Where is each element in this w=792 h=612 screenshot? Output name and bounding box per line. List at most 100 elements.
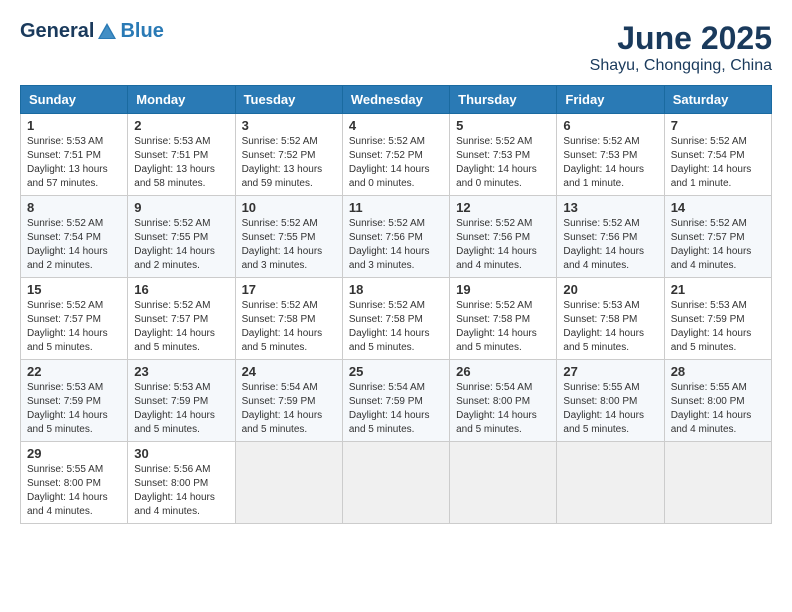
day-number: 20	[563, 282, 657, 297]
day-number: 23	[134, 364, 228, 379]
logo-icon	[96, 21, 118, 43]
day-cell-19: 19 Sunrise: 5:52 AMSunset: 7:58 PMDayligh…	[450, 278, 557, 360]
day-cell-8: 8 Sunrise: 5:52 AMSunset: 7:54 PMDaylight…	[21, 196, 128, 278]
column-header-friday: Friday	[557, 86, 664, 114]
day-cell-4: 4Sunrise: 5:52 AMSunset: 7:52 PMDaylight…	[342, 114, 449, 196]
day-info: Sunrise: 5:53 AMSunset: 7:58 PMDaylight:…	[563, 299, 657, 355]
day-number: 25	[349, 364, 443, 379]
day-info: Sunrise: 5:55 AMSunset: 8:00 PMDaylight:…	[671, 381, 765, 437]
day-info: Sunrise: 5:52 AMSunset: 7:56 PMDaylight:…	[563, 217, 657, 273]
day-info: Sunrise: 5:52 AMSunset: 7:54 PMDaylight:…	[27, 217, 121, 273]
empty-cell	[664, 442, 771, 524]
calendar-week-5: 29Sunrise: 5:55 AMSunset: 8:00 PMDayligh…	[21, 442, 772, 524]
day-cell-27: 27Sunrise: 5:55 AMSunset: 8:00 PMDayligh…	[557, 360, 664, 442]
day-cell-20: 20 Sunrise: 5:53 AMSunset: 7:58 PMDayligh…	[557, 278, 664, 360]
day-cell-22: 22 Sunrise: 5:53 AMSunset: 7:59 PMDayligh…	[21, 360, 128, 442]
day-cell-18: 18 Sunrise: 5:52 AMSunset: 7:58 PMDayligh…	[342, 278, 449, 360]
calendar-week-1: 1 Sunrise: 5:53 AMSunset: 7:51 PMDaylight…	[21, 114, 772, 196]
day-number: 3	[242, 118, 336, 133]
calendar-week-3: 15 Sunrise: 5:52 AMSunset: 7:57 PMDayligh…	[21, 278, 772, 360]
day-info: Sunrise: 5:52 AMSunset: 7:55 PMDaylight:…	[134, 217, 228, 273]
day-cell-6: 6 Sunrise: 5:52 AMSunset: 7:53 PMDaylight…	[557, 114, 664, 196]
column-header-sunday: Sunday	[21, 86, 128, 114]
logo-blue-text: Blue	[120, 20, 163, 43]
day-cell-7: 7Sunrise: 5:52 AMSunset: 7:54 PMDaylight…	[664, 114, 771, 196]
day-info: Sunrise: 5:55 AMSunset: 8:00 PMDaylight:…	[27, 463, 121, 519]
day-number: 4	[349, 118, 443, 133]
column-header-tuesday: Tuesday	[235, 86, 342, 114]
day-number: 8	[27, 200, 121, 215]
day-info: Sunrise: 5:52 AMSunset: 7:56 PMDaylight:…	[456, 217, 550, 273]
day-cell-2: 2Sunrise: 5:53 AMSunset: 7:51 PMDaylight…	[128, 114, 235, 196]
empty-cell	[450, 442, 557, 524]
logo: General Blue	[20, 20, 164, 43]
day-number: 22	[27, 364, 121, 379]
day-number: 14	[671, 200, 765, 215]
day-number: 10	[242, 200, 336, 215]
day-info: Sunrise: 5:53 AMSunset: 7:59 PMDaylight:…	[27, 381, 121, 437]
day-cell-23: 23 Sunrise: 5:53 AMSunset: 7:59 PMDayligh…	[128, 360, 235, 442]
day-number: 2	[134, 118, 228, 133]
day-info: Sunrise: 5:52 AMSunset: 7:55 PMDaylight:…	[242, 217, 336, 273]
day-cell-9: 9 Sunrise: 5:52 AMSunset: 7:55 PMDaylight…	[128, 196, 235, 278]
day-number: 27	[563, 364, 657, 379]
location-text: Shayu, Chongqing, China	[590, 57, 772, 75]
day-cell-11: 11Sunrise: 5:52 AMSunset: 7:56 PMDayligh…	[342, 196, 449, 278]
day-info: Sunrise: 5:54 AMSunset: 7:59 PMDaylight:…	[242, 381, 336, 437]
day-number: 24	[242, 364, 336, 379]
day-number: 16	[134, 282, 228, 297]
day-info: Sunrise: 5:52 AMSunset: 7:58 PMDaylight:…	[242, 299, 336, 355]
day-cell-3: 3 Sunrise: 5:52 AMSunset: 7:52 PMDaylight…	[235, 114, 342, 196]
day-number: 12	[456, 200, 550, 215]
day-info: Sunrise: 5:52 AMSunset: 7:53 PMDaylight:…	[563, 135, 657, 191]
day-number: 15	[27, 282, 121, 297]
calendar-week-4: 22 Sunrise: 5:53 AMSunset: 7:59 PMDayligh…	[21, 360, 772, 442]
calendar-table: SundayMondayTuesdayWednesdayThursdayFrid…	[20, 85, 772, 524]
day-cell-30: 30Sunrise: 5:56 AMSunset: 8:00 PMDayligh…	[128, 442, 235, 524]
day-number: 19	[456, 282, 550, 297]
day-number: 1	[27, 118, 121, 133]
calendar-week-2: 8 Sunrise: 5:52 AMSunset: 7:54 PMDaylight…	[21, 196, 772, 278]
title-section: June 2025 Shayu, Chongqing, China	[590, 20, 772, 75]
day-cell-28: 28Sunrise: 5:55 AMSunset: 8:00 PMDayligh…	[664, 360, 771, 442]
day-info: Sunrise: 5:52 AMSunset: 7:58 PMDaylight:…	[349, 299, 443, 355]
empty-cell	[342, 442, 449, 524]
day-info: Sunrise: 5:52 AMSunset: 7:57 PMDaylight:…	[671, 217, 765, 273]
day-number: 11	[349, 200, 443, 215]
day-cell-14: 14 Sunrise: 5:52 AMSunset: 7:57 PMDayligh…	[664, 196, 771, 278]
day-number: 18	[349, 282, 443, 297]
day-cell-16: 16Sunrise: 5:52 AMSunset: 7:57 PMDayligh…	[128, 278, 235, 360]
day-number: 5	[456, 118, 550, 133]
day-number: 26	[456, 364, 550, 379]
day-info: Sunrise: 5:54 AMSunset: 8:00 PMDaylight:…	[456, 381, 550, 437]
day-info: Sunrise: 5:53 AMSunset: 7:59 PMDaylight:…	[671, 299, 765, 355]
day-info: Sunrise: 5:52 AMSunset: 7:57 PMDaylight:…	[27, 299, 121, 355]
day-info: Sunrise: 5:52 AMSunset: 7:58 PMDaylight:…	[456, 299, 550, 355]
day-cell-5: 5 Sunrise: 5:52 AMSunset: 7:53 PMDaylight…	[450, 114, 557, 196]
day-cell-17: 17 Sunrise: 5:52 AMSunset: 7:58 PMDayligh…	[235, 278, 342, 360]
day-number: 13	[563, 200, 657, 215]
day-cell-13: 13 Sunrise: 5:52 AMSunset: 7:56 PMDayligh…	[557, 196, 664, 278]
day-cell-10: 10 Sunrise: 5:52 AMSunset: 7:55 PMDayligh…	[235, 196, 342, 278]
day-cell-26: 26 Sunrise: 5:54 AMSunset: 8:00 PMDayligh…	[450, 360, 557, 442]
day-cell-12: 12 Sunrise: 5:52 AMSunset: 7:56 PMDayligh…	[450, 196, 557, 278]
day-info: Sunrise: 5:53 AMSunset: 7:51 PMDaylight:…	[27, 135, 121, 191]
day-cell-15: 15 Sunrise: 5:52 AMSunset: 7:57 PMDayligh…	[21, 278, 128, 360]
day-cell-24: 24 Sunrise: 5:54 AMSunset: 7:59 PMDayligh…	[235, 360, 342, 442]
column-header-saturday: Saturday	[664, 86, 771, 114]
day-number: 30	[134, 446, 228, 461]
page-header: General Blue June 2025 Shayu, Chongqing,…	[20, 20, 772, 75]
day-cell-29: 29Sunrise: 5:55 AMSunset: 8:00 PMDayligh…	[21, 442, 128, 524]
day-number: 6	[563, 118, 657, 133]
logo-general-text: General	[20, 20, 94, 43]
day-number: 9	[134, 200, 228, 215]
column-header-thursday: Thursday	[450, 86, 557, 114]
column-header-wednesday: Wednesday	[342, 86, 449, 114]
day-number: 17	[242, 282, 336, 297]
day-info: Sunrise: 5:52 AMSunset: 7:53 PMDaylight:…	[456, 135, 550, 191]
day-info: Sunrise: 5:53 AMSunset: 7:59 PMDaylight:…	[134, 381, 228, 437]
day-number: 7	[671, 118, 765, 133]
calendar-header-row: SundayMondayTuesdayWednesdayThursdayFrid…	[21, 86, 772, 114]
empty-cell	[235, 442, 342, 524]
day-info: Sunrise: 5:52 AMSunset: 7:52 PMDaylight:…	[242, 135, 336, 191]
